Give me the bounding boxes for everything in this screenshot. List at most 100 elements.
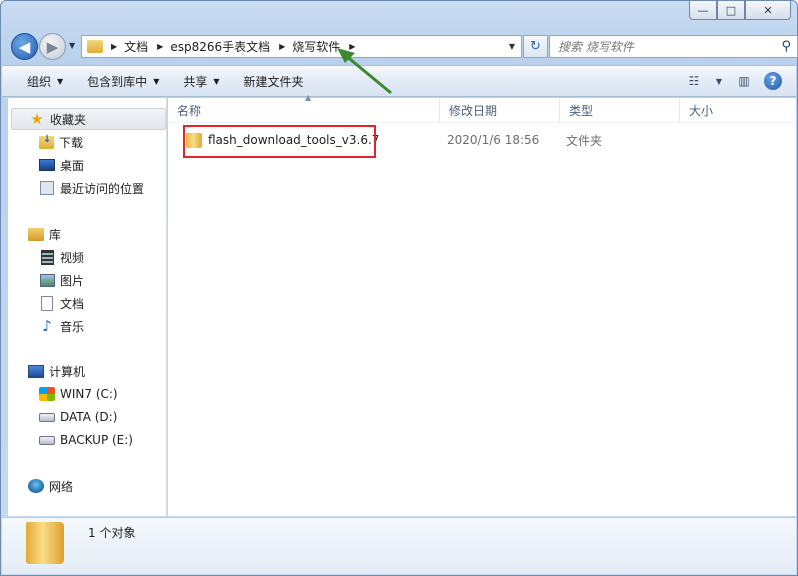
navigation-pane: ★ 收藏夹 下载 桌面 最近访问的位置 库 视频 图片 文档 (8, 98, 167, 516)
column-label: 名称 (177, 104, 202, 118)
sidebar-item-label: 桌面 (60, 158, 85, 173)
drive-icon (39, 412, 55, 422)
file-list: 名称 ▲ 修改日期 类型 大小 flash_download_tools_v3.… (168, 93, 796, 516)
maximize-button[interactable]: □ (717, 1, 745, 20)
address-bar[interactable]: ▶ 文档 ▶ esp8266手表文档 ▶ 烧写软件 ▶ ▼ (81, 35, 522, 58)
organize-label: 组织 (27, 74, 52, 89)
column-name[interactable]: 名称 ▲ (168, 93, 440, 123)
share-label: 共享 (183, 74, 208, 89)
column-label: 修改日期 (449, 104, 498, 118)
column-size[interactable]: 大小 (680, 98, 796, 123)
help-icon[interactable]: ? (764, 72, 782, 90)
refresh-button[interactable]: ↻ (523, 35, 548, 58)
include-in-library-button[interactable]: 包含到库中 ▼ (75, 65, 171, 97)
sidebar-item-videos[interactable]: 视频 (8, 246, 84, 268)
chevron-right-icon[interactable]: ▶ (111, 42, 117, 51)
chevron-down-icon[interactable]: ▼ (509, 42, 515, 51)
sidebar-item-documents[interactable]: 文档 (8, 292, 84, 314)
breadcrumb-esp8266-docs[interactable]: esp8266手表文档 (170, 38, 270, 55)
picture-icon (39, 273, 55, 287)
chevron-down-icon: ▼ (153, 76, 160, 86)
sidebar-item-label: 最近访问的位置 (60, 181, 145, 196)
chevron-down-icon[interactable]: ▼ (714, 71, 724, 91)
explorer-window: — □ ✕ ◀ ▶ ▼ ▶ 文档 ▶ esp8266手表文档 ▶ 烧写软件 ▶ … (0, 0, 798, 576)
sidebar-item-label: 视频 (60, 250, 85, 265)
sidebar-item-music[interactable]: ♪ 音乐 (8, 315, 84, 337)
back-button[interactable]: ◀ (11, 33, 38, 60)
sidebar-item-desktop[interactable]: 桌面 (8, 154, 84, 176)
drive-icon (39, 435, 55, 445)
sidebar-item-favorites[interactable]: ★ 收藏夹 (11, 108, 166, 130)
close-button[interactable]: ✕ (745, 1, 791, 20)
network-icon (28, 479, 44, 493)
recent-pages-button[interactable]: ▼ (69, 41, 75, 50)
forward-button[interactable]: ▶ (39, 33, 66, 60)
chevron-right-icon[interactable]: ▶ (157, 42, 163, 51)
sidebar-item-label: 计算机 (49, 364, 86, 379)
column-type[interactable]: 类型 (560, 98, 680, 123)
sidebar-item-computer[interactable]: 计算机 (8, 360, 85, 382)
folder-icon (87, 40, 103, 53)
downloads-folder-icon (39, 134, 54, 149)
file-type: 文件夹 (566, 133, 603, 148)
sidebar-item-drive-d[interactable]: DATA (D:) (8, 406, 117, 428)
include-in-library-label: 包含到库中 (87, 74, 148, 89)
music-note-icon: ♪ (42, 317, 52, 335)
chevron-down-icon: ▼ (57, 76, 64, 86)
document-icon (41, 295, 53, 311)
column-header: 名称 ▲ 修改日期 类型 大小 (168, 93, 796, 123)
share-button[interactable]: 共享 ▼ (171, 65, 231, 97)
computer-icon (28, 364, 44, 378)
new-folder-button[interactable]: 新建文件夹 (232, 65, 316, 97)
organize-button[interactable]: 组织 ▼ (2, 65, 75, 97)
back-arrow-icon: ◀ (18, 37, 31, 56)
sidebar-item-drive-e[interactable]: BACKUP (E:) (8, 429, 133, 451)
desktop-icon (39, 159, 55, 171)
file-modified-date: 2020/1/6 18:56 (447, 133, 540, 147)
video-icon (40, 249, 54, 265)
details-pane: 1 个对象 (2, 517, 796, 574)
caption-buttons: — □ ✕ (689, 1, 791, 20)
library-icon (28, 227, 44, 241)
chevron-right-icon[interactable]: ▶ (279, 42, 285, 51)
new-folder-label: 新建文件夹 (243, 74, 304, 89)
search-box[interactable]: ⚲ (549, 35, 798, 58)
sidebar-item-downloads[interactable]: 下载 (8, 131, 83, 153)
sidebar-item-label: 文档 (60, 296, 85, 311)
system-drive-icon (39, 387, 55, 401)
breadcrumb-documents[interactable]: 文档 (124, 38, 148, 55)
annotation-arrow-icon (337, 48, 392, 95)
highlight-annotation (183, 125, 376, 158)
toolbar-right: ☷ ▼ ▥ ? (684, 71, 782, 91)
sidebar-item-drive-c[interactable]: WIN7 (C:) (8, 383, 118, 405)
sidebar-item-network[interactable]: 网络 (8, 475, 73, 497)
item-count: 1 个对象 (88, 526, 136, 540)
sidebar-item-label: WIN7 (C:) (60, 387, 118, 401)
recent-places-icon (40, 181, 54, 195)
sort-ascending-icon: ▲ (305, 93, 312, 102)
refresh-icon: ↻ (530, 39, 541, 54)
sidebar-item-label: 库 (49, 227, 62, 242)
column-label: 大小 (689, 104, 714, 118)
search-input[interactable] (558, 39, 768, 54)
sidebar-item-label: 音乐 (60, 319, 85, 334)
sidebar-item-label: 收藏夹 (50, 112, 87, 127)
folder-icon (26, 522, 64, 564)
column-label: 类型 (569, 104, 594, 118)
sidebar-item-label: BACKUP (E:) (60, 433, 133, 447)
forward-arrow-icon: ▶ (46, 37, 59, 56)
sidebar-item-label: DATA (D:) (60, 410, 118, 424)
sidebar-item-recent-places[interactable]: 最近访问的位置 (8, 177, 144, 199)
sidebar-item-libraries[interactable]: 库 (8, 223, 61, 245)
search-icon[interactable]: ⚲ (781, 39, 791, 54)
sidebar-item-label: 图片 (60, 273, 85, 288)
chevron-down-icon: ▼ (213, 76, 220, 86)
sidebar-item-label: 下载 (59, 135, 84, 150)
sidebar-item-pictures[interactable]: 图片 (8, 269, 84, 291)
sidebar-item-label: 网络 (49, 479, 74, 494)
preview-pane-icon[interactable]: ▥ (734, 71, 754, 91)
star-icon: ★ (30, 110, 44, 128)
column-modified[interactable]: 修改日期 (440, 98, 560, 123)
minimize-button[interactable]: — (689, 1, 717, 20)
view-options-icon[interactable]: ☷ (684, 71, 704, 91)
